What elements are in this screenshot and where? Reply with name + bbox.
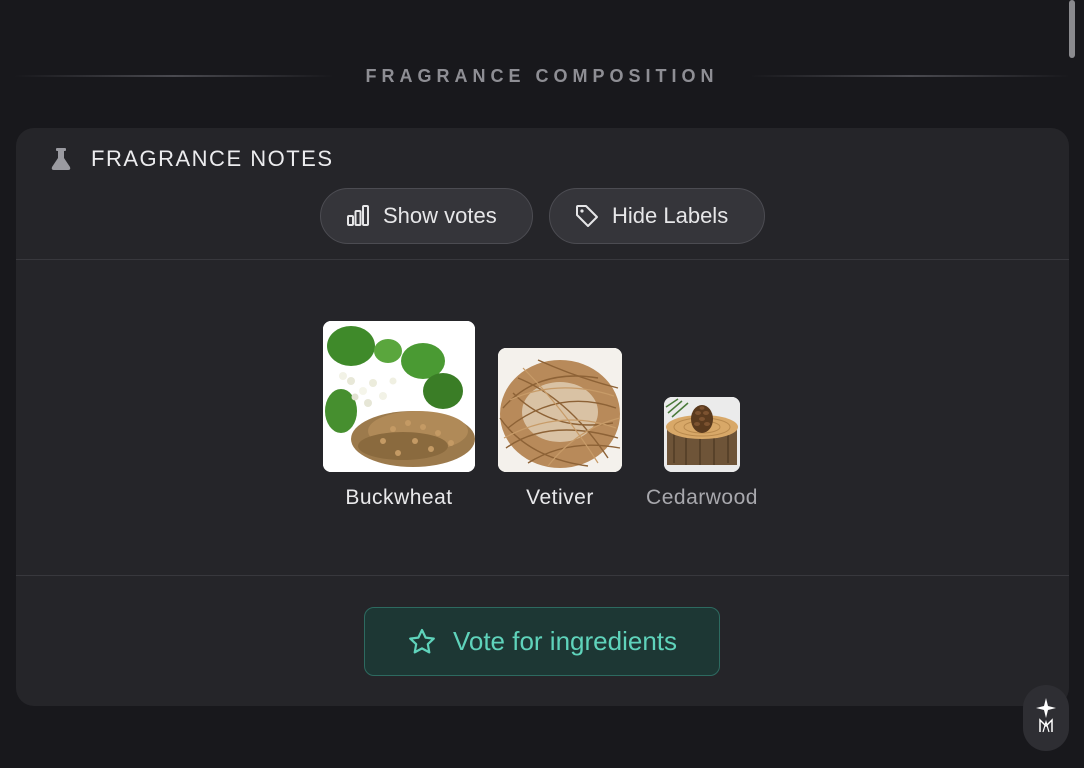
hide-labels-label: Hide Labels xyxy=(612,203,729,228)
note-label: Buckwheat xyxy=(345,486,453,509)
buckwheat-image xyxy=(323,321,475,472)
star-icon xyxy=(407,627,437,657)
fragrance-notes-card: FRAGRANCE NOTES Show votes Hide Labels B… xyxy=(16,128,1069,706)
note-item-vetiver[interactable]: Vetiver xyxy=(498,348,622,510)
section-heading: FRAGRANCE COMPOSITION xyxy=(0,64,1084,88)
section-title: FRAGRANCE COMPOSITION xyxy=(365,65,719,86)
card-title: FRAGRANCE NOTES xyxy=(91,146,334,171)
card-actions: Show votes Hide Labels xyxy=(320,188,765,244)
hide-labels-button[interactable]: Hide Labels xyxy=(549,188,765,244)
card-title-row: FRAGRANCE NOTES xyxy=(48,146,334,172)
vetiver-image xyxy=(498,348,622,472)
vote-for-ingredients-button[interactable]: Vote for ingredients xyxy=(364,607,720,676)
heading-divider-right xyxy=(750,75,1070,77)
show-votes-button[interactable]: Show votes xyxy=(320,188,533,244)
note-item-buckwheat[interactable]: Buckwheat xyxy=(323,321,475,510)
cedarwood-image xyxy=(664,397,740,472)
note-label: Cedarwood xyxy=(646,486,758,509)
note-label: Vetiver xyxy=(526,486,594,509)
assistant-floating-button[interactable] xyxy=(1023,685,1069,751)
page-scrollbar[interactable] xyxy=(1069,0,1075,58)
heading-divider-left xyxy=(14,75,334,77)
card-header: FRAGRANCE NOTES Show votes Hide Labels xyxy=(16,128,1069,260)
assistant-icon xyxy=(1031,696,1061,741)
flask-icon xyxy=(48,146,74,172)
tag-icon xyxy=(574,203,600,229)
bar-chart-icon xyxy=(345,203,371,229)
vote-label: Vote for ingredients xyxy=(452,626,678,656)
notes-list: Buckwheat Vetiver Cedarwood xyxy=(16,260,1069,576)
show-votes-label: Show votes xyxy=(383,203,497,228)
note-item-cedarwood[interactable]: Cedarwood xyxy=(646,397,757,510)
